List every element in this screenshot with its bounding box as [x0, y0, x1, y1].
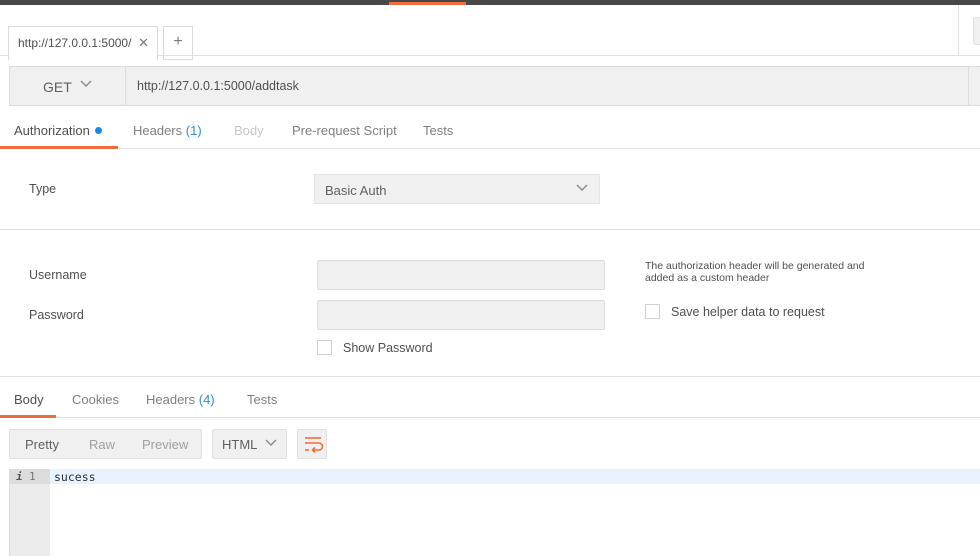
show-password-label: Show Password — [343, 341, 433, 355]
line-number: 1 — [29, 470, 36, 483]
response-tab-headers-label: Headers — [146, 392, 196, 407]
tab-authorization[interactable]: Authorization — [14, 123, 102, 138]
auth-type-value: Basic Auth — [325, 183, 387, 198]
modified-dot-icon — [94, 127, 102, 134]
auth-hint-text: The authorization header will be generat… — [645, 260, 865, 284]
tab-authorization-label: Authorization — [14, 123, 90, 138]
tab-pre-request-script[interactable]: Pre-request Script — [292, 123, 397, 138]
response-panel: Body Cookies Headers (4) Tests Pretty Ra… — [0, 376, 980, 556]
active-tab-underline — [0, 146, 118, 149]
section-divider — [0, 229, 980, 230]
password-label: Password — [29, 308, 84, 322]
tab-headers-label: Headers — [133, 123, 183, 138]
tab-tests[interactable]: Tests — [423, 123, 453, 138]
info-icon: i — [16, 470, 23, 483]
show-password-checkbox[interactable] — [317, 340, 332, 355]
auth-type-select[interactable]: Basic Auth — [314, 174, 600, 204]
wrap-lines-icon — [298, 437, 328, 464]
view-mode-raw[interactable]: Raw — [89, 437, 115, 452]
chevron-down-icon — [264, 435, 278, 452]
view-mode-preview[interactable]: Preview — [142, 437, 188, 452]
save-helper-label: Save helper data to request — [671, 305, 825, 319]
request-tab[interactable]: http://127.0.0.1:5000/ ✕ — [8, 26, 158, 61]
plus-icon: + — [173, 33, 183, 50]
response-tab-headers[interactable]: Headers (4) — [146, 392, 215, 407]
tab-strip-controls — [958, 5, 980, 56]
close-icon[interactable]: ✕ — [138, 35, 149, 51]
username-input[interactable] — [317, 260, 605, 290]
wrap-lines-button[interactable] — [297, 429, 327, 459]
url-bar: GET http://127.0.0.1:5000/addtask — [9, 66, 980, 106]
chevron-down-icon — [80, 77, 92, 92]
method-label: GET — [43, 79, 72, 95]
username-label: Username — [29, 268, 87, 282]
active-line-highlight — [50, 469, 980, 484]
request-tab-strip: http://127.0.0.1:5000/ ✕ + — [0, 5, 980, 61]
headers-count: (1) — [185, 123, 202, 138]
response-tab-body[interactable]: Body — [14, 392, 44, 407]
tab-body[interactable]: Body — [234, 123, 264, 138]
response-headers-count: (4) — [198, 392, 215, 407]
format-value: HTML — [222, 437, 258, 452]
new-tab-button[interactable]: + — [163, 26, 193, 60]
active-response-tab-underline — [0, 415, 56, 418]
view-mode-toggle: Pretty Raw Preview — [9, 429, 202, 459]
url-input[interactable]: http://127.0.0.1:5000/addtask — [137, 79, 299, 93]
chevron-down-icon — [575, 180, 589, 197]
tab-menu-handle[interactable] — [973, 17, 980, 45]
method-select[interactable]: GET — [10, 67, 126, 105]
request-tab-title: http://127.0.0.1:5000/ — [18, 36, 132, 50]
password-input[interactable] — [317, 300, 605, 330]
url-bar-divider — [968, 67, 969, 105]
save-helper-checkbox[interactable] — [645, 304, 660, 319]
gutter-line: i 1 — [9, 469, 50, 484]
response-editor[interactable]: i 1 sucess — [9, 469, 980, 556]
request-tabs: Authorization Headers (1) Body Pre-reque… — [0, 112, 980, 149]
response-tab-tests[interactable]: Tests — [247, 392, 277, 407]
format-select[interactable]: HTML — [212, 429, 287, 459]
response-body-text: sucess — [54, 470, 96, 484]
view-mode-pretty[interactable]: Pretty — [25, 437, 59, 452]
type-label: Type — [29, 182, 57, 196]
response-tab-cookies[interactable]: Cookies — [72, 392, 119, 407]
tab-headers[interactable]: Headers (1) — [133, 123, 202, 138]
response-tabs: Body Cookies Headers (4) Tests — [0, 377, 980, 418]
